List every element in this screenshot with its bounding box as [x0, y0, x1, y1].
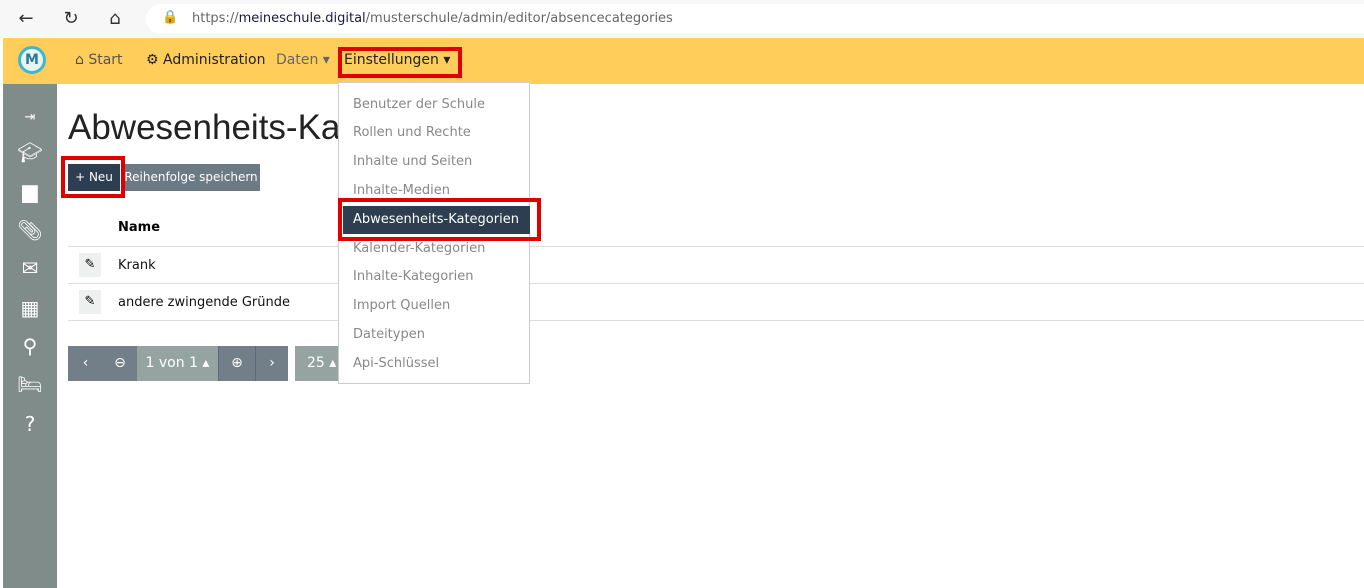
- gear-icon: ⚙: [146, 52, 159, 68]
- graduation-cap-icon[interactable]: 🎓︎: [3, 140, 57, 164]
- menu-item-api-schluessel[interactable]: Api-Schlüssel: [353, 356, 439, 371]
- url-path: /musterschule/admin/editor/absencecatego…: [365, 11, 673, 26]
- url-prefix: https://: [192, 11, 239, 26]
- menu-item-rollen[interactable]: Rollen und Rechte: [353, 125, 471, 140]
- calendar-icon[interactable]: ▆: [3, 179, 57, 203]
- menu-item-inhalte-seiten[interactable]: Inhalte und Seiten: [353, 154, 472, 169]
- last-page-button[interactable]: ›: [255, 346, 288, 381]
- url-text: https://meineschule.digital/musterschule…: [192, 11, 673, 26]
- sidebar: ⇥ 🎓︎ ▆ 📎︎ ✉ ▦ ⚲ 🛏︎ ?: [3, 84, 57, 588]
- menu-item-inhalte-medien[interactable]: Inhalte-Medien: [353, 183, 450, 198]
- nav-administration[interactable]: ⚙ Administration: [146, 52, 265, 68]
- bed-icon[interactable]: 🛏︎: [3, 372, 57, 396]
- table-row: Krank: [118, 258, 156, 273]
- menu-item-benutzer[interactable]: Benutzer der Schule: [353, 97, 485, 112]
- highlight-new-button: [61, 156, 125, 198]
- logo[interactable]: M: [18, 46, 46, 74]
- reload-icon[interactable]: ↻: [58, 6, 84, 32]
- highlight-active-menu-item: [338, 198, 541, 241]
- divider: [68, 283, 1364, 284]
- lock-icon: 🔒: [162, 10, 179, 25]
- address-bar[interactable]: 🔒 https://meineschule.digital/musterschu…: [146, 4, 1364, 34]
- nav-start-label: Start: [88, 52, 123, 68]
- highlight-einstellungen: [338, 47, 462, 78]
- menu-item-import-quellen[interactable]: Import Quellen: [353, 298, 450, 313]
- nav-administration-label: Administration: [163, 52, 266, 68]
- logout-icon[interactable]: ⇥: [3, 110, 57, 125]
- nav-start[interactable]: ⌂ Start: [75, 52, 123, 68]
- table-row: andere zwingende Gründe: [118, 295, 290, 310]
- calendar-days-icon[interactable]: ▦: [3, 296, 57, 320]
- prev-page-button[interactable]: ⊖: [103, 346, 137, 381]
- url-domain: meineschule.digital: [238, 11, 366, 26]
- first-page-button[interactable]: ‹: [68, 346, 103, 381]
- divider: [68, 246, 1364, 247]
- save-order-button[interactable]: Reihenfolge speichern: [122, 164, 260, 191]
- envelope-icon[interactable]: ✉: [3, 256, 57, 280]
- column-header-name[interactable]: Name: [118, 220, 160, 235]
- teacher-icon[interactable]: ⚲: [3, 334, 57, 358]
- page-select[interactable]: 1 von 1 ▴: [137, 346, 218, 381]
- person-question-icon[interactable]: ?: [3, 412, 57, 436]
- nav-daten[interactable]: Daten ▾: [276, 52, 330, 68]
- navbar: M ⌂ Start ⚙ Administration Daten ▾ Einst…: [3, 38, 1364, 84]
- menu-item-dateitypen[interactable]: Dateitypen: [353, 327, 425, 342]
- browser-toolbar: ← ↻ ⌂ 🔒 https://meineschule.digital/must…: [0, 0, 1364, 38]
- paperclip-icon[interactable]: 📎︎: [3, 218, 57, 242]
- menu-item-inhalte-kategorien[interactable]: Inhalte-Kategorien: [353, 269, 473, 284]
- edit-pencil-icon[interactable]: ✎: [79, 253, 101, 277]
- edit-pencil-icon[interactable]: ✎: [79, 290, 101, 314]
- menu-item-kalender-kategorien[interactable]: Kalender-Kategorien: [353, 241, 485, 256]
- home-icon[interactable]: ⌂: [102, 6, 128, 32]
- divider: [68, 320, 1364, 321]
- back-icon[interactable]: ←: [13, 6, 39, 32]
- home-icon: ⌂: [75, 52, 84, 68]
- next-page-button[interactable]: ⊕: [218, 346, 255, 381]
